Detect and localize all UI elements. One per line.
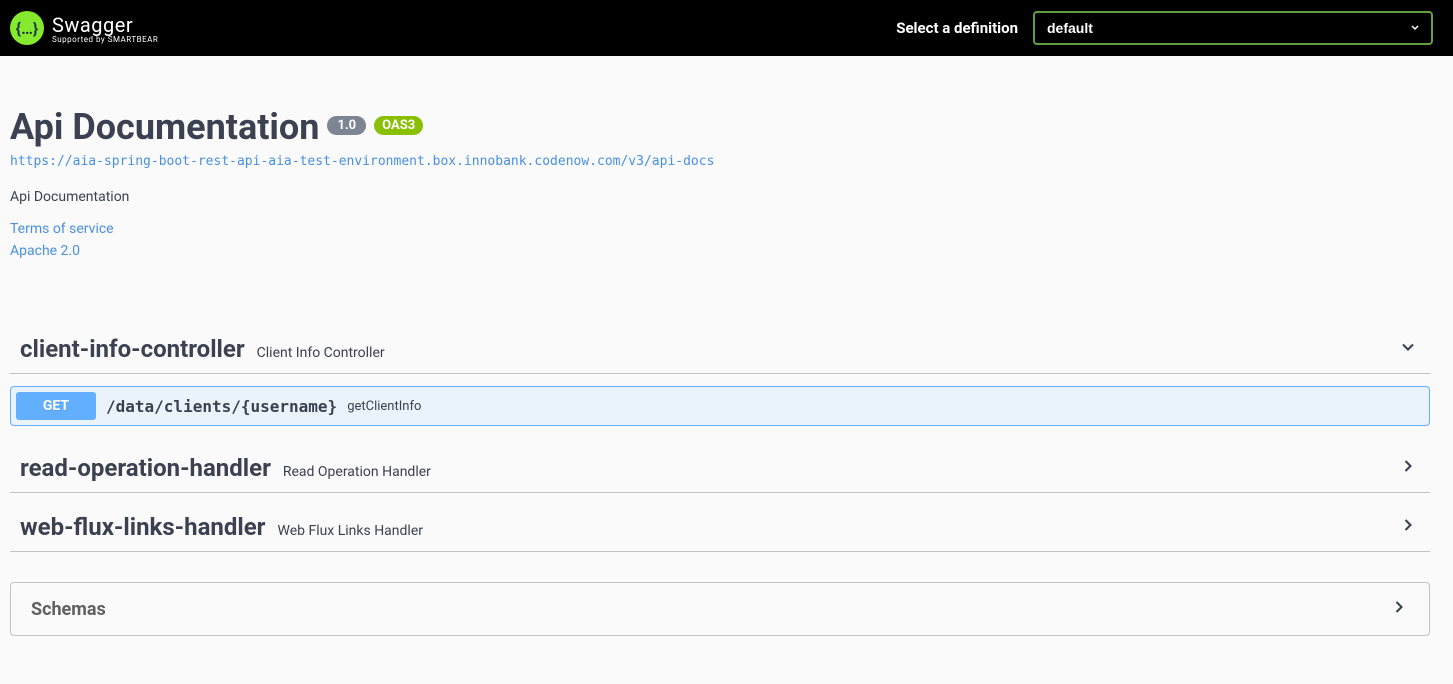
definition-label: Select a definition: [896, 19, 1018, 37]
chevron-right-icon: [1398, 456, 1418, 480]
tag-name: client-info-controller: [20, 335, 245, 363]
operation-get-client-info[interactable]: GET /data/clients/{username} getClientIn…: [10, 386, 1430, 426]
definition-selector: Select a definition default: [896, 11, 1433, 45]
terms-of-service-link[interactable]: Terms of service: [10, 221, 1430, 237]
tag-description: Client Info Controller: [257, 345, 385, 361]
chevron-down-icon: [1398, 337, 1418, 361]
api-info: Api Documentation 1.0 OAS3 https://aia-s…: [10, 76, 1430, 285]
license-link[interactable]: Apache 2.0: [10, 243, 1430, 259]
brand-name: Swagger: [52, 13, 158, 37]
oas-badge: OAS3: [374, 116, 423, 135]
schemas-section: Schemas: [10, 582, 1430, 636]
api-description: Api Documentation: [10, 189, 1430, 205]
api-url-link[interactable]: https://aia-spring-boot-rest-api-aia-tes…: [10, 154, 1430, 169]
operation-path: /data/clients/{username}: [96, 397, 347, 416]
schemas-title: Schemas: [31, 599, 106, 620]
schemas-header[interactable]: Schemas: [11, 583, 1429, 635]
version-badge: 1.0: [327, 116, 366, 135]
tag-description: Read Operation Handler: [283, 464, 431, 480]
tag-client-info-controller: client-info-controller Client Info Contr…: [10, 325, 1430, 426]
tag-description: Web Flux Links Handler: [277, 523, 423, 539]
operation-summary: getClientInfo: [347, 399, 421, 414]
tag-name: web-flux-links-handler: [20, 513, 265, 541]
chevron-right-icon: [1398, 515, 1418, 539]
tag-header[interactable]: read-operation-handler Read Operation Ha…: [10, 444, 1430, 493]
api-title: Api Documentation: [10, 106, 319, 148]
definition-select[interactable]: default: [1033, 11, 1433, 45]
tag-header[interactable]: web-flux-links-handler Web Flux Links Ha…: [10, 503, 1430, 552]
topbar: {…} Swagger Supported by SMARTBEAR Selec…: [0, 0, 1453, 56]
tag-header[interactable]: client-info-controller Client Info Contr…: [10, 325, 1430, 374]
logo[interactable]: {…} Swagger Supported by SMARTBEAR: [10, 11, 158, 45]
brand-subtitle: Supported by SMARTBEAR: [52, 35, 158, 44]
tag-name: read-operation-handler: [20, 454, 271, 482]
tag-web-flux-links-handler: web-flux-links-handler Web Flux Links Ha…: [10, 503, 1430, 552]
chevron-right-icon: [1389, 597, 1409, 621]
swagger-icon: {…}: [10, 11, 44, 45]
tag-read-operation-handler: read-operation-handler Read Operation Ha…: [10, 444, 1430, 493]
http-method-badge: GET: [16, 392, 96, 420]
